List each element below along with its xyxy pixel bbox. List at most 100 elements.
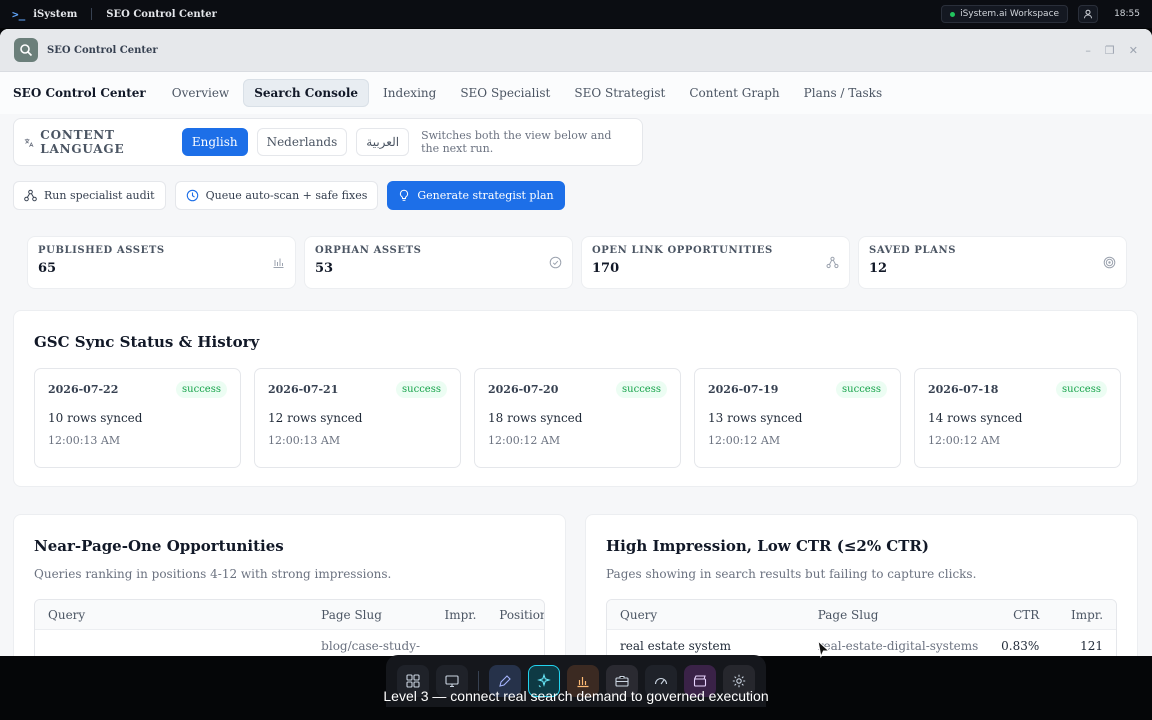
near-page-one-panel: Near-Page-One Opportunities Queries rank… bbox=[13, 514, 566, 669]
content-language-bar: CONTENT LANGUAGE English Nederlands العر… bbox=[13, 118, 643, 166]
workspace-label: iSystem.ai Workspace bbox=[960, 9, 1060, 19]
maximize-icon[interactable]: ❐ bbox=[1105, 44, 1115, 57]
gsc-sync-history: 2026-07-22 success 10 rows synced 12:00:… bbox=[34, 368, 1121, 468]
translate-icon bbox=[24, 138, 34, 147]
sync-time: 12:00:12 AM bbox=[708, 434, 781, 447]
column-header-impr[interactable]: Impr. bbox=[1052, 608, 1116, 622]
run-specialist-audit-button[interactable]: Run specialist audit bbox=[13, 181, 166, 210]
tab-overview[interactable]: Overview bbox=[162, 80, 239, 106]
table-header: Query Page Slug CTR Impr. bbox=[607, 600, 1116, 630]
column-header-page-slug[interactable]: Page Slug bbox=[308, 608, 431, 622]
clock-icon bbox=[186, 189, 198, 202]
os-bar-divider bbox=[91, 8, 93, 20]
language-option-arabic[interactable]: العربية bbox=[356, 128, 410, 156]
video-caption: Level 3 — connect real search demand to … bbox=[383, 688, 769, 704]
column-header-position[interactable]: Position bbox=[486, 608, 544, 622]
sync-rows: 14 rows synced bbox=[928, 411, 1023, 425]
column-header-impr[interactable]: Impr. bbox=[431, 608, 486, 622]
generate-strategist-plan-label: Generate strategist plan bbox=[417, 189, 554, 202]
ctr-cell: 0.83% bbox=[1001, 639, 1040, 653]
stat-card-orphan-assets: ORPHAN ASSETS 53 bbox=[304, 236, 573, 289]
slug-cell: blog/case-study- bbox=[321, 639, 421, 653]
column-header-page-slug[interactable]: Page Slug bbox=[805, 608, 984, 622]
content-language-label: CONTENT LANGUAGE bbox=[40, 128, 125, 156]
stats-row: PUBLISHED ASSETS 65 ORPHAN ASSETS 53 OPE… bbox=[27, 236, 1127, 289]
status-badge: success bbox=[616, 381, 667, 398]
tab-content-graph[interactable]: Content Graph bbox=[679, 80, 789, 106]
column-header-query[interactable]: Query bbox=[607, 608, 805, 622]
os-clock: 18:55 bbox=[1114, 9, 1140, 19]
stat-label: OPEN LINK OPPORTUNITIES bbox=[592, 245, 773, 256]
check-circle-icon bbox=[549, 256, 562, 269]
queue-auto-scan-button[interactable]: Queue auto-scan + safe fixes bbox=[174, 181, 379, 210]
tab-seo-strategist[interactable]: SEO Strategist bbox=[564, 80, 675, 106]
tab-search-console[interactable]: Search Console bbox=[243, 79, 370, 107]
workspace-pill[interactable]: iSystem.ai Workspace bbox=[941, 5, 1069, 23]
user-button[interactable] bbox=[1078, 5, 1099, 23]
status-badge: success bbox=[836, 381, 887, 398]
workspace-status-dot bbox=[950, 11, 956, 17]
sync-card[interactable]: 2026-07-18 success 14 rows synced 12:00:… bbox=[914, 368, 1121, 468]
table-header: Query Page Slug Impr. Position bbox=[35, 600, 544, 630]
search-app-icon bbox=[20, 44, 33, 57]
stat-card-open-link-opportunities: OPEN LINK OPPORTUNITIES 170 bbox=[581, 236, 850, 289]
low-ctr-panel: High Impression, Low CTR (≤2% CTR) Pages… bbox=[585, 514, 1138, 669]
lightbulb-icon bbox=[400, 189, 409, 201]
sync-rows: 12 rows synced bbox=[268, 411, 363, 425]
language-option-english[interactable]: English bbox=[181, 128, 248, 156]
os-top-bar: >_ iSystem SEO Control Center iSystem.ai… bbox=[0, 0, 1152, 28]
tab-plans-tasks[interactable]: Plans / Tasks bbox=[794, 80, 892, 106]
close-icon[interactable]: ✕ bbox=[1129, 44, 1138, 57]
stat-value: 65 bbox=[38, 261, 57, 276]
near-page-one-title: Near-Page-One Opportunities bbox=[34, 537, 284, 555]
terminal-prompt-icon: >_ bbox=[12, 7, 26, 21]
generate-strategist-plan-button[interactable]: Generate strategist plan bbox=[387, 181, 565, 210]
minimize-icon[interactable]: – bbox=[1085, 44, 1091, 57]
column-header-ctr[interactable]: CTR bbox=[984, 608, 1053, 622]
os-brand-label: iSystem bbox=[33, 8, 78, 20]
stat-value: 53 bbox=[315, 261, 334, 276]
language-hint: Switches both the view below and the nex… bbox=[421, 129, 612, 155]
stat-label: PUBLISHED ASSETS bbox=[38, 245, 165, 256]
sync-rows: 13 rows synced bbox=[708, 411, 803, 425]
os-brand[interactable]: >_ iSystem bbox=[12, 8, 77, 21]
status-badge: success bbox=[1056, 381, 1107, 398]
stat-card-saved-plans: SAVED PLANS 12 bbox=[858, 236, 1127, 289]
sync-card[interactable]: 2026-07-19 success 13 rows synced 12:00:… bbox=[694, 368, 901, 468]
gsc-sync-panel: GSC Sync Status & History 2026-07-22 suc… bbox=[13, 310, 1138, 487]
impr-cell: 121 bbox=[1080, 639, 1104, 653]
sync-card[interactable]: 2026-07-21 success 12 rows synced 12:00:… bbox=[254, 368, 461, 468]
low-ctr-title: High Impression, Low CTR (≤2% CTR) bbox=[606, 537, 929, 555]
sync-card[interactable]: 2026-07-22 success 10 rows synced 12:00:… bbox=[34, 368, 241, 468]
gsc-sync-title: GSC Sync Status & History bbox=[34, 333, 260, 351]
mouse-cursor-icon bbox=[817, 640, 831, 658]
action-toolbar: Run specialist audit Queue auto-scan + s… bbox=[13, 181, 565, 210]
main-nav: SEO Control Center Overview Search Conso… bbox=[0, 72, 1152, 114]
low-ctr-subtitle: Pages showing in search results but fail… bbox=[606, 567, 977, 581]
user-icon bbox=[1084, 9, 1093, 19]
stat-value: 170 bbox=[592, 261, 620, 276]
tab-indexing[interactable]: Indexing bbox=[373, 80, 446, 106]
stat-card-published-assets: PUBLISHED ASSETS 65 bbox=[27, 236, 296, 289]
os-active-app-title: SEO Control Center bbox=[106, 8, 217, 20]
stat-label: ORPHAN ASSETS bbox=[315, 245, 422, 256]
queue-auto-scan-label: Queue auto-scan + safe fixes bbox=[205, 189, 368, 202]
stat-label: SAVED PLANS bbox=[869, 245, 957, 256]
bar-chart-icon bbox=[273, 258, 284, 268]
sync-time: 12:00:12 AM bbox=[488, 434, 561, 447]
sync-rows: 10 rows synced bbox=[48, 411, 143, 425]
language-option-dutch[interactable]: Nederlands bbox=[256, 128, 348, 156]
status-badge: success bbox=[396, 381, 447, 398]
query-cell: real estate system bbox=[620, 639, 732, 653]
network-icon bbox=[826, 256, 839, 269]
tab-seo-specialist[interactable]: SEO Specialist bbox=[450, 80, 560, 106]
app-icon bbox=[14, 38, 38, 62]
nav-brand-title: SEO Control Center bbox=[13, 86, 146, 100]
status-badge: success bbox=[176, 381, 227, 398]
window-titlebar[interactable]: SEO Control Center – ❐ ✕ bbox=[0, 29, 1152, 72]
sync-time: 12:00:13 AM bbox=[268, 434, 341, 447]
column-header-query[interactable]: Query bbox=[35, 608, 308, 622]
target-icon bbox=[1103, 256, 1116, 269]
sync-card[interactable]: 2026-07-20 success 18 rows synced 12:00:… bbox=[474, 368, 681, 468]
near-page-one-subtitle: Queries ranking in positions 4-12 with s… bbox=[34, 567, 392, 581]
